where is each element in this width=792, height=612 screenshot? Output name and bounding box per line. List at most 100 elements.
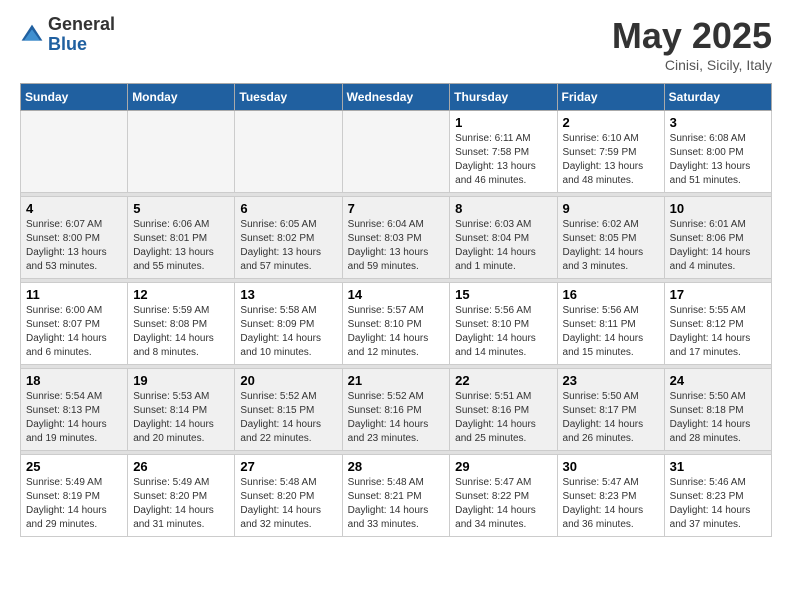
table-row [21, 111, 128, 193]
table-row: 6Sunrise: 6:05 AMSunset: 8:02 PMDaylight… [235, 197, 342, 279]
day-info: Sunrise: 5:48 AMSunset: 8:21 PMDaylight:… [348, 476, 445, 532]
day-number: 27 [240, 459, 336, 474]
col-friday: Friday [557, 84, 664, 111]
day-number: 23 [563, 373, 659, 388]
table-row: 17 Sunrise: 5:55 AMSunset: 8:12 PMDayligh… [664, 283, 771, 365]
day-number: 17 [670, 287, 766, 302]
day-info: Sunrise: 5:50 AMSunset: 8:18 PMDaylight:… [670, 390, 766, 446]
table-row [235, 111, 342, 193]
day-number: 24 [670, 373, 766, 388]
col-wednesday: Wednesday [342, 84, 450, 111]
day-info: Sunrise: 5:52 AMSunset: 8:16 PMDaylight:… [348, 390, 445, 446]
day-info: Sunrise: 5:47 AMSunset: 8:23 PMDaylight:… [563, 476, 659, 532]
day-info: Sunrise: 6:02 AMSunset: 8:05 PMDaylight:… [563, 218, 659, 274]
day-number: 30 [563, 459, 659, 474]
calendar-week-row: 11Sunrise: 6:00 AMSunset: 8:07 PMDayligh… [21, 283, 772, 365]
day-number: 5 [133, 201, 229, 216]
table-row: 20Sunrise: 5:52 AMSunset: 8:15 PMDayligh… [235, 369, 342, 451]
table-row: 7 Sunrise: 6:04 AMSunset: 8:03 PMDaylight… [342, 197, 450, 279]
day-info: Sunrise: 6:11 AMSunset: 7:58 PMDaylight:… [455, 132, 551, 188]
day-info: Sunrise: 6:10 AMSunset: 7:59 PMDaylight:… [563, 132, 659, 188]
logo-general-text: General [48, 14, 115, 34]
calendar-week-row: 25 Sunrise: 5:49 AMSunset: 8:19 PMDayligh… [21, 455, 772, 537]
day-number: 12 [133, 287, 229, 302]
day-info: Sunrise: 5:51 AMSunset: 8:16 PMDaylight:… [455, 390, 551, 446]
day-info: Sunrise: 6:08 AMSunset: 8:00 PMDaylight:… [670, 132, 766, 188]
day-info: Sunrise: 5:47 AMSunset: 8:22 PMDaylight:… [455, 476, 551, 532]
col-saturday: Saturday [664, 84, 771, 111]
day-number: 15 [455, 287, 551, 302]
table-row: 31 Sunrise: 5:46 AMSunset: 8:23 PMDayligh… [664, 455, 771, 537]
day-info: Sunrise: 5:52 AMSunset: 8:15 PMDaylight:… [240, 390, 336, 446]
day-info: Sunrise: 6:04 AMSunset: 8:03 PMDaylight:… [348, 218, 445, 274]
day-number: 28 [348, 459, 445, 474]
day-number: 3 [670, 115, 766, 130]
day-number: 18 [26, 373, 122, 388]
day-number: 19 [133, 373, 229, 388]
day-info: Sunrise: 5:49 AMSunset: 8:20 PMDaylight:… [133, 476, 229, 532]
table-row: 9 Sunrise: 6:02 AMSunset: 8:05 PMDaylight… [557, 197, 664, 279]
table-row: 8 Sunrise: 6:03 AMSunset: 8:04 PMDaylight… [450, 197, 557, 279]
table-row: 12 Sunrise: 5:59 AMSunset: 8:08 PMDayligh… [128, 283, 235, 365]
day-number: 21 [348, 373, 445, 388]
day-number: 1 [455, 115, 551, 130]
day-number: 4 [26, 201, 122, 216]
calendar-week-row: 18 Sunrise: 5:54 AMSunset: 8:13 PMDayligh… [21, 369, 772, 451]
logo-icon [20, 23, 44, 47]
day-info: Sunrise: 5:56 AMSunset: 8:11 PMDaylight:… [563, 304, 659, 360]
logo-blue-text: Blue [48, 34, 87, 54]
day-number: 14 [348, 287, 445, 302]
table-row: 10 Sunrise: 6:01 AMSunset: 8:06 PMDayligh… [664, 197, 771, 279]
day-info: Sunrise: 5:46 AMSunset: 8:23 PMDaylight:… [670, 476, 766, 532]
day-number: 31 [670, 459, 766, 474]
day-number: 7 [348, 201, 445, 216]
day-info: Sunrise: 5:59 AMSunset: 8:08 PMDaylight:… [133, 304, 229, 360]
table-row: 30 Sunrise: 5:47 AMSunset: 8:23 PMDayligh… [557, 455, 664, 537]
day-info: Sunrise: 5:57 AMSunset: 8:10 PMDaylight:… [348, 304, 445, 360]
table-row: 1 Sunrise: 6:11 AMSunset: 7:58 PMDaylight… [450, 111, 557, 193]
table-row: 24 Sunrise: 5:50 AMSunset: 8:18 PMDayligh… [664, 369, 771, 451]
title-block: May 2025 Cinisi, Sicily, Italy [612, 15, 772, 73]
day-info: Sunrise: 6:03 AMSunset: 8:04 PMDaylight:… [455, 218, 551, 274]
table-row: 22 Sunrise: 5:51 AMSunset: 8:16 PMDayligh… [450, 369, 557, 451]
table-row: 23Sunrise: 5:50 AMSunset: 8:17 PMDayligh… [557, 369, 664, 451]
table-row: 2 Sunrise: 6:10 AMSunset: 7:59 PMDaylight… [557, 111, 664, 193]
table-row: 26 Sunrise: 5:49 AMSunset: 8:20 PMDayligh… [128, 455, 235, 537]
day-info: Sunrise: 6:01 AMSunset: 8:06 PMDaylight:… [670, 218, 766, 274]
day-info: Sunrise: 5:58 AMSunset: 8:09 PMDaylight:… [240, 304, 336, 360]
day-info: Sunrise: 5:49 AMSunset: 8:19 PMDaylight:… [26, 476, 122, 532]
col-sunday: Sunday [21, 84, 128, 111]
day-info: Sunrise: 5:55 AMSunset: 8:12 PMDaylight:… [670, 304, 766, 360]
day-info: Sunrise: 6:05 AMSunset: 8:02 PMDaylight:… [240, 218, 336, 274]
day-number: 13 [240, 287, 336, 302]
day-info: Sunrise: 5:54 AMSunset: 8:13 PMDaylight:… [26, 390, 122, 446]
calendar-week-row: 1 Sunrise: 6:11 AMSunset: 7:58 PMDaylight… [21, 111, 772, 193]
table-row: 3 Sunrise: 6:08 AMSunset: 8:00 PMDaylight… [664, 111, 771, 193]
day-number: 8 [455, 201, 551, 216]
table-row: 16 Sunrise: 5:56 AMSunset: 8:11 PMDayligh… [557, 283, 664, 365]
day-number: 11 [26, 287, 122, 302]
table-row: 4 Sunrise: 6:07 AMSunset: 8:00 PMDaylight… [21, 197, 128, 279]
day-number: 16 [563, 287, 659, 302]
day-number: 9 [563, 201, 659, 216]
table-row: 29 Sunrise: 5:47 AMSunset: 8:22 PMDayligh… [450, 455, 557, 537]
day-number: 26 [133, 459, 229, 474]
table-row: 18 Sunrise: 5:54 AMSunset: 8:13 PMDayligh… [21, 369, 128, 451]
day-info: Sunrise: 5:53 AMSunset: 8:14 PMDaylight:… [133, 390, 229, 446]
table-row [128, 111, 235, 193]
day-number: 10 [670, 201, 766, 216]
day-number: 25 [26, 459, 122, 474]
col-thursday: Thursday [450, 84, 557, 111]
table-row: 13 Sunrise: 5:58 AMSunset: 8:09 PMDayligh… [235, 283, 342, 365]
table-row: 25 Sunrise: 5:49 AMSunset: 8:19 PMDayligh… [21, 455, 128, 537]
day-info: Sunrise: 6:07 AMSunset: 8:00 PMDaylight:… [26, 218, 122, 274]
day-info: Sunrise: 5:48 AMSunset: 8:20 PMDaylight:… [240, 476, 336, 532]
logo: General Blue [20, 15, 115, 55]
table-row [342, 111, 450, 193]
day-number: 22 [455, 373, 551, 388]
table-row: 21 Sunrise: 5:52 AMSunset: 8:16 PMDayligh… [342, 369, 450, 451]
day-number: 29 [455, 459, 551, 474]
day-info: Sunrise: 5:56 AMSunset: 8:10 PMDaylight:… [455, 304, 551, 360]
table-row: 27 Sunrise: 5:48 AMSunset: 8:20 PMDayligh… [235, 455, 342, 537]
day-number: 2 [563, 115, 659, 130]
